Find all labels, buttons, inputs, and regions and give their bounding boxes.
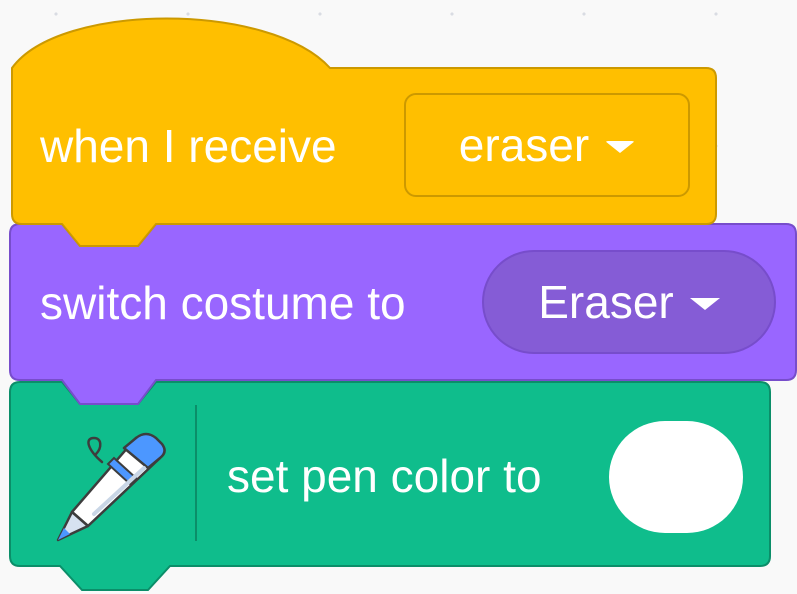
pen-icon [56,432,166,542]
costume-value: Eraser [538,276,674,328]
switch-costume-label: switch costume to [40,277,406,329]
dropdown-caret-icon [689,298,720,310]
costume-dropdown[interactable]: Eraser [482,250,776,354]
when-i-receive-label: when I receive [40,120,337,172]
pen-color-swatch[interactable] [609,421,743,533]
message-value: eraser [458,119,590,171]
set-pen-color-label: set pen color to [227,450,542,502]
message-dropdown[interactable]: eraser [404,93,690,197]
extension-divider [195,405,197,541]
dropdown-caret-icon [605,141,636,153]
code-workspace[interactable]: when I receive eraser switch costume to … [0,0,797,594]
